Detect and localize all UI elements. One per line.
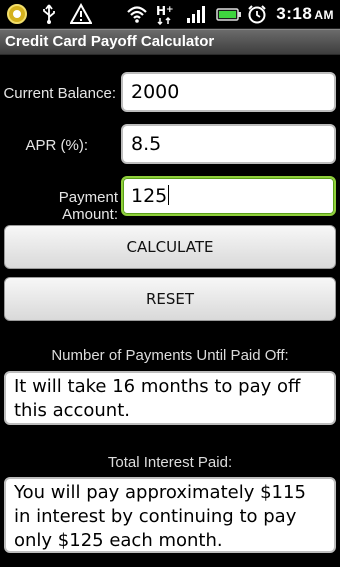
apr-input[interactable]: 8.5 [121,124,336,164]
balance-label: Current Balance: [3,85,116,102]
android-notification-icon[interactable] [6,3,28,25]
balance-input[interactable]: 2000 [121,72,336,112]
interest-label: Total Interest Paid: [107,454,233,471]
warning-icon[interactable] [69,2,93,25]
alarm-icon [246,3,268,25]
clock: 3:18 AM [276,4,334,23]
usb-icon[interactable] [38,3,60,25]
battery-icon [216,3,242,25]
text-cursor [168,185,170,205]
payment-label: Payment Amount: [58,189,118,223]
payments-label: Number of Payments Until Paid Off: [51,347,289,364]
calculate-button[interactable]: CALCULATE [4,225,336,269]
interest-result: You will pay approximately $115 in inter… [4,477,336,553]
svg-text:+: + [166,5,174,15]
apr-label: APR (%): [25,137,88,154]
h-plus-data-icon: H + [156,3,178,26]
payments-result: It will take 16 months to pay off this a… [4,371,336,425]
wifi-icon [126,3,148,25]
signal-bars-icon [186,3,208,25]
status-bar: H + 3:18 AM [0,0,340,29]
app-title: Credit Card Payoff Calculator [5,33,215,50]
reset-button[interactable]: RESET [4,277,336,321]
payment-input[interactable]: 125 [121,176,336,216]
svg-text:H: H [156,4,166,18]
app-title-bar: Credit Card Payoff Calculator [0,29,340,55]
